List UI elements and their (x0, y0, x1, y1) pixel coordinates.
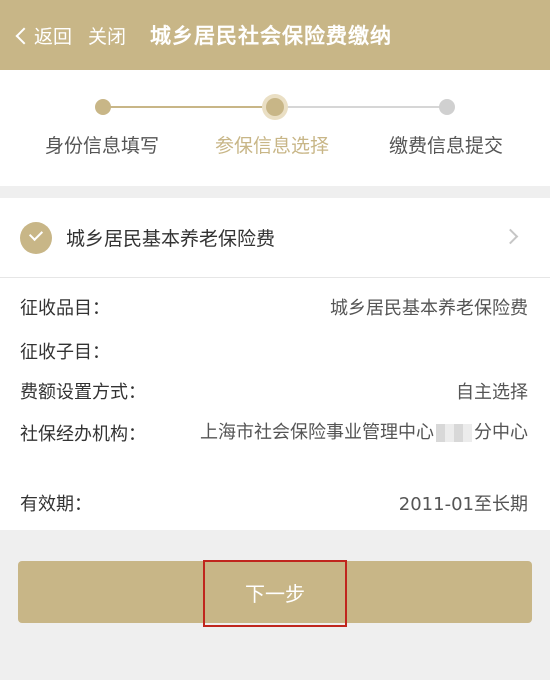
chevron-left-icon (15, 27, 33, 44)
insurance-name: 城乡居民基本养老保险费 (66, 228, 276, 250)
agency-name-prefix: 上海市社会保险事业管理中心 (200, 422, 434, 443)
detail-label: 社保经办机构： (20, 424, 146, 445)
step-connector-2 (275, 106, 447, 108)
detail-label: 征收子目： (20, 342, 110, 363)
back-label: 返回 (34, 25, 73, 48)
step-3-label: 缴费信息提交 (389, 135, 504, 157)
detail-value: 自主选择 (456, 382, 528, 403)
close-button[interactable]: 关闭 (88, 22, 126, 49)
step-1-label: 身份信息填写 (45, 135, 160, 157)
progress-steps: 身份信息填写 参保信息选择 缴费信息提交 (0, 70, 550, 186)
redacted-mark (436, 424, 472, 442)
step-2-dot (266, 98, 284, 116)
detail-label: 费额设置方式： (20, 382, 146, 403)
detail-value: 上海市社会保险事业管理中心 分中心 (178, 420, 528, 446)
chevron-right-icon (502, 228, 519, 245)
insurance-card: 城乡居民基本养老保险费 征收品目： 城乡居民基本养老保险费 征收子目： 费额设置… (0, 198, 550, 530)
detail-value: 城乡居民基本养老保险费 (330, 298, 528, 319)
step-2-label: 参保信息选择 (215, 135, 330, 157)
top-bar: 返回 关闭 城乡居民社会保险费缴纳 (0, 0, 550, 70)
detail-label: 征收品目： (20, 298, 110, 319)
agency-name-suffix: 分中心 (474, 422, 528, 443)
checkmark-icon (20, 221, 52, 254)
detail-label: 有效期： (20, 494, 92, 515)
back-button[interactable]: 返回 (15, 22, 73, 49)
step-1-dot (95, 99, 111, 115)
insurance-selector[interactable]: 城乡居民基本养老保险费 (0, 198, 550, 278)
step-connector-1 (110, 106, 275, 108)
page-title: 城乡居民社会保险费缴纳 (150, 24, 393, 48)
step-3-dot (439, 99, 455, 115)
next-step-button[interactable]: 下一步 (18, 561, 532, 623)
detail-value: 2011-01至长期 (398, 494, 528, 515)
